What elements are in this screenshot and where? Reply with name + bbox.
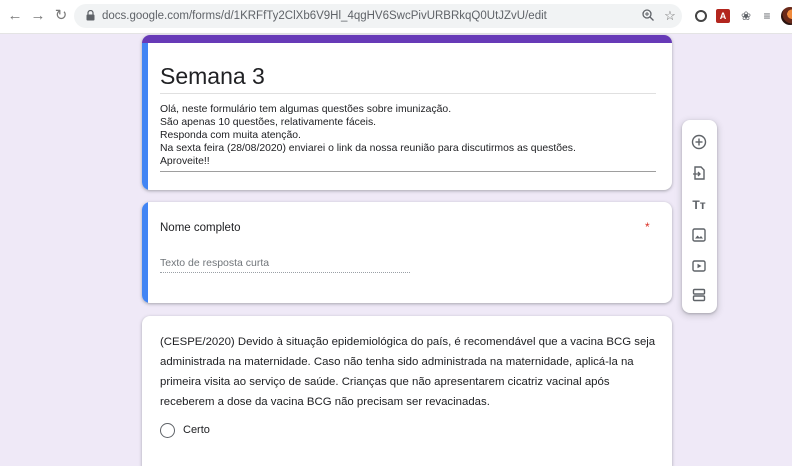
active-indicator	[142, 43, 148, 190]
pdf-extension-icon[interactable]: A	[716, 9, 730, 23]
add-title-icon[interactable]: Tт	[690, 196, 708, 214]
form-description[interactable]: Olá, neste formulário tem algumas questõ…	[160, 103, 656, 168]
radio-button-certo[interactable]	[160, 423, 175, 438]
short-answer-placeholder[interactable]: Texto de resposta curta	[160, 257, 269, 269]
question-text: (CESPE/2020) Devido à situação epidemiol…	[160, 336, 656, 408]
theme-accent-bar	[142, 35, 672, 43]
address-bar[interactable]: docs.google.com/forms/d/1KRFfTy2ClXb6V9H…	[74, 4, 682, 28]
question-card-bcg[interactable]: (CESPE/2020) Devido à situação epidemiol…	[142, 316, 672, 466]
description-line: Na sexta feira (28/08/2020) enviarei o l…	[160, 143, 576, 154]
bookmark-star-icon[interactable]: ☆	[662, 8, 678, 24]
lock-icon[interactable]	[86, 10, 95, 21]
extension-circle-icon[interactable]	[694, 9, 708, 23]
add-image-icon[interactable]	[690, 227, 708, 245]
title-divider	[160, 93, 656, 94]
browser-toolbar: ← → ↻ docs.google.com/forms/d/1KRFfTy2Cl…	[0, 0, 792, 34]
import-questions-icon[interactable]	[690, 165, 708, 183]
option-label-certo[interactable]: Certo	[183, 424, 210, 436]
description-line: Responda com muita atenção.	[160, 130, 301, 141]
add-video-icon[interactable]	[690, 258, 708, 276]
profile-avatar[interactable]	[781, 7, 792, 25]
puzzle-extensions-icon[interactable]: ❀	[739, 9, 753, 23]
reload-icon[interactable]: ↻	[52, 7, 70, 25]
question-card-name[interactable]: Nome completo * Texto de resposta curta	[142, 202, 672, 303]
short-answer-underline	[160, 272, 410, 273]
arrow-left-icon[interactable]: ←	[6, 7, 24, 25]
add-question-icon[interactable]	[690, 134, 708, 152]
form-title[interactable]: Semana 3	[160, 61, 265, 91]
question-title: Nome completo	[160, 222, 241, 234]
description-divider	[160, 171, 656, 172]
active-indicator	[142, 202, 148, 303]
add-section-icon[interactable]	[690, 287, 708, 305]
description-line: Olá, neste formulário tem algumas questõ…	[160, 104, 452, 115]
form-header-card[interactable]: Semana 3 Olá, neste formulário tem algum…	[142, 35, 672, 190]
description-line: São apenas 10 questões, relativamente fá…	[160, 117, 377, 128]
arrow-right-icon[interactable]: →	[29, 7, 47, 25]
required-asterisk: *	[645, 220, 650, 234]
description-line: Aproveite!!	[160, 156, 210, 167]
side-toolbar: Tт	[682, 120, 717, 313]
url-text[interactable]: docs.google.com/forms/d/1KRFfTy2ClXb6V9H…	[102, 4, 547, 28]
reading-list-icon[interactable]: ≡	[760, 9, 774, 23]
zoom-icon[interactable]	[640, 8, 656, 24]
